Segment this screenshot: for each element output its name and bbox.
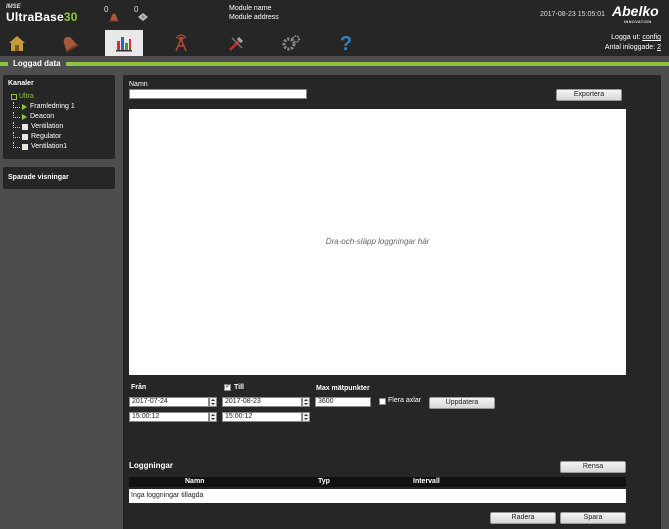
tree-root-label: Ultra (19, 93, 34, 100)
nav-home[interactable] (0, 30, 36, 56)
tree-item-label: Regulator (31, 133, 62, 140)
logged-in-count[interactable]: 2 (657, 44, 661, 51)
tree-connector (13, 122, 20, 128)
collapse-icon[interactable] (11, 94, 17, 100)
to-label: Till (234, 384, 244, 391)
channel-tree: Ultra Framledning 1 Deacon Ventilation R… (11, 92, 75, 152)
sensor-arrow-icon (22, 104, 27, 110)
tree-root[interactable]: Ultra (11, 92, 75, 102)
section-title: Loggad data (8, 58, 66, 70)
abelko-logo: Abelko (612, 3, 659, 19)
to-date-input[interactable]: 2017-08-23 (222, 397, 302, 407)
clear-button[interactable]: Rensa (560, 461, 626, 473)
nav-help[interactable]: ? (327, 30, 365, 56)
column-type[interactable]: Typ (318, 477, 330, 487)
channels-title: Kanaler (8, 80, 34, 87)
gear-icon (282, 35, 300, 51)
export-button[interactable]: Exportera (556, 89, 622, 101)
tree-item[interactable]: Regulator (13, 132, 75, 142)
from-date-spinner[interactable] (209, 397, 217, 407)
main-nav: ? (0, 30, 669, 56)
from-date-input[interactable]: 2017-07-24 (129, 397, 209, 407)
max-points-label: Max mätpunkter (316, 385, 370, 392)
brand-main: UltraBase (6, 10, 64, 24)
bell-alarm-icon[interactable] (108, 12, 120, 22)
max-points-input[interactable]: 3600 (315, 397, 371, 407)
tree-item-label: Ventilation1 (31, 143, 68, 150)
name-input[interactable] (129, 89, 307, 99)
tree-connector (13, 132, 20, 138)
folder-box-icon (22, 134, 28, 140)
tree-connector (13, 102, 20, 108)
tree-item[interactable]: Framledning 1 (13, 102, 75, 112)
tree-item-label: Ventilation (31, 123, 64, 130)
help-icon: ? (340, 33, 352, 53)
loggings-table-header: Namn Typ Intervall (129, 477, 626, 487)
brand-logo: UltraBase30 (6, 10, 78, 24)
from-time-input[interactable]: 15:00:12 (129, 412, 209, 422)
header-datetime: 2017-08-23 15:05:01 (540, 11, 605, 18)
tree-connector (13, 112, 20, 118)
to-time-spinner[interactable] (302, 412, 310, 422)
acknowledged-alarm-icon[interactable] (137, 12, 149, 22)
saved-views-title[interactable]: Sparade visningar (8, 174, 69, 181)
column-interval[interactable]: Intervall (413, 477, 440, 487)
svg-text:?: ? (340, 33, 352, 53)
logged-in-label: Antal inloggade: (604, 44, 656, 51)
brand-number: 30 (63, 10, 78, 24)
nav-settings[interactable] (272, 30, 310, 56)
to-time-input[interactable]: 15:00:12 (222, 412, 302, 422)
delete-button[interactable]: Radera (490, 512, 556, 524)
drop-zone[interactable]: Dra-och-släpp loggningar här (129, 109, 626, 375)
loggings-title: Loggningar (129, 461, 173, 470)
nav-tools[interactable] (218, 30, 256, 56)
module-name: Module name (229, 5, 272, 12)
tree-item-label: Deacon (30, 113, 55, 120)
multi-axes-checkbox[interactable] (379, 398, 386, 405)
bell-icon (63, 36, 79, 53)
tree-item[interactable]: Ventilation (13, 122, 75, 132)
logout-label: Logga ut: (611, 34, 641, 41)
logout-link[interactable]: config (642, 34, 661, 41)
tree-item[interactable]: Deacon (13, 112, 75, 122)
nav-logged-data[interactable] (105, 30, 143, 56)
to-date-spinner[interactable] (302, 397, 310, 407)
chart-icon (116, 37, 132, 52)
module-address: Module address (229, 14, 279, 21)
name-label: Namn (129, 81, 148, 88)
empty-table-message: Inga loggningar tillagda (129, 489, 626, 503)
to-checkbox[interactable] (224, 382, 231, 391)
tree-item[interactable]: Ventilation1 (13, 142, 75, 152)
sensor-arrow-icon (22, 114, 27, 120)
abelko-logo-sub: INNOVATION (624, 19, 652, 24)
from-label: Från (131, 384, 147, 391)
folder-box-icon (22, 124, 28, 130)
multi-axes-label: Flera axlar (388, 397, 422, 404)
tree-connector (13, 142, 20, 148)
tree-item-label: Framledning 1 (30, 103, 75, 110)
section-title-bar: Loggad data (0, 58, 669, 70)
nav-alarms[interactable] (50, 30, 88, 56)
saved-views-panel: Sparade visningar (3, 167, 115, 189)
update-button[interactable]: Uppdatera (429, 397, 495, 409)
column-name[interactable]: Namn (185, 477, 204, 487)
antenna-icon (175, 34, 187, 52)
home-icon (9, 36, 25, 51)
nav-network[interactable] (162, 30, 200, 56)
section-accent-line (0, 62, 669, 66)
folder-box-icon (22, 144, 28, 150)
logout-area: Logga ut: config Antal inloggade: 2 (605, 33, 661, 53)
header: IMSE UltraBase30 0 0 Module name Module … (0, 0, 669, 30)
save-button[interactable]: Spara (560, 512, 626, 524)
tools-icon (229, 37, 243, 51)
logged-data-panel: Namn Exportera Dra-och-släpp loggningar … (123, 75, 661, 529)
from-time-spinner[interactable] (209, 412, 217, 422)
channels-panel: Kanaler Ultra Framledning 1 Deacon Venti… (3, 75, 115, 159)
drop-zone-text: Dra-och-släpp loggningar här (325, 237, 430, 246)
